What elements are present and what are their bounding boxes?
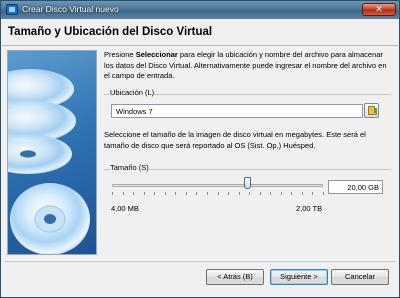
slider-tick: [122, 192, 124, 195]
slider-tick: [238, 192, 240, 195]
intro-text: Presione Seleccionar para elegir la ubic…: [104, 50, 387, 80]
slider-tick: [259, 192, 261, 195]
slider-tick: [270, 192, 272, 195]
wizard-side-image: [7, 50, 97, 255]
title-bar[interactable]: Crear Disco Virtual nuevo ✕: [1, 1, 399, 19]
slider-tick: [196, 192, 198, 195]
size-slider-track[interactable]: [112, 184, 323, 187]
footer-divider: [5, 261, 395, 262]
slider-tick: [312, 192, 314, 195]
size-min-label: 4,00 MB: [111, 204, 139, 213]
wizard-content: Presione Seleccionar para elegir la ubic…: [104, 50, 394, 260]
slider-tick: [323, 192, 324, 195]
browse-folder-button[interactable]: [364, 103, 379, 118]
slider-tick: [112, 192, 113, 195]
slider-tick: [185, 192, 187, 195]
slider-tick: [206, 192, 208, 195]
slider-tick: [133, 192, 135, 195]
wizard-header: Tamaño y Ubicación del Disco Virtual: [2, 19, 398, 46]
slider-tick: [280, 192, 282, 195]
location-input[interactable]: [111, 104, 363, 118]
folder-icon: [368, 106, 377, 115]
slider-tick: [228, 192, 230, 195]
next-button[interactable]: Siguiente >: [270, 269, 328, 285]
page-title: Tamaño y Ubicación del Disco Virtual: [8, 26, 213, 38]
slider-tick: [217, 192, 219, 195]
slider-tick: [249, 192, 251, 195]
slider-tick: [291, 192, 293, 195]
back-button[interactable]: < Atrás (B): [206, 269, 264, 285]
size-input[interactable]: [328, 180, 383, 194]
dialog-window: Crear Disco Virtual nuevo ✕ Tamaño y Ubi…: [0, 0, 400, 298]
window-title: Crear Disco Virtual nuevo: [22, 4, 119, 14]
slider-tick: [143, 192, 145, 195]
size-label: Tamaño (S): [110, 163, 149, 172]
location-label: Ubicación (L): [110, 88, 155, 97]
slider-tick: [164, 192, 166, 195]
size-slider-thumb[interactable]: [243, 177, 251, 189]
intro-bold: Seleccionar: [135, 50, 178, 59]
disc-stack-image: [8, 69, 90, 254]
slider-tick: [154, 192, 156, 195]
slider-tick: [301, 192, 303, 195]
size-max-label: 2,00 TB: [296, 204, 323, 213]
cancel-button[interactable]: Cancelar: [331, 269, 389, 285]
close-button[interactable]: ✕: [362, 3, 396, 16]
slider-tick: [175, 192, 177, 195]
size-slider-ticks: [112, 192, 324, 196]
virtualbox-icon: [6, 4, 18, 15]
size-description: Seleccione el tamaño de la imagen de dis…: [104, 130, 366, 150]
